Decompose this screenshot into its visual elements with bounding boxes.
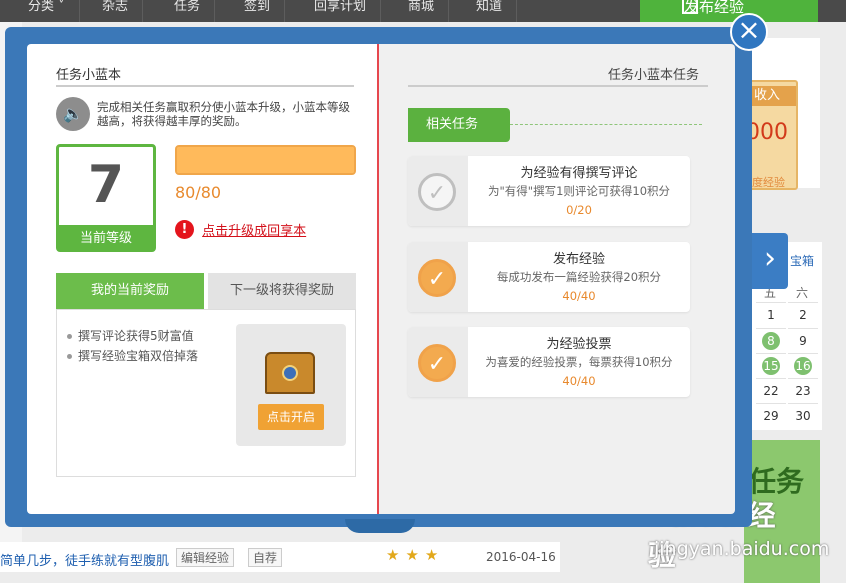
calendar-day[interactable]: 2 [788, 302, 818, 326]
reward-list: 撰写评论获得5财富值 撰写经验宝箱双倍掉落 [67, 326, 198, 366]
lock-icon [282, 365, 298, 381]
left-page-title: 任务小蓝本 [56, 68, 122, 83]
calendar-day[interactable]: 22 [756, 378, 786, 402]
recommend-tag[interactable]: 自荐 [248, 548, 283, 567]
progress-text: 80/80 [175, 183, 222, 202]
task-progress: 0/20 [566, 203, 592, 217]
publish-date: 2016-04-16 [486, 550, 556, 564]
reward-panel: 撰写评论获得5财富值 撰写经验宝箱双倍掉落 点击开启 [56, 309, 356, 477]
publish-experience-button[interactable]: 发布经验 [640, 0, 818, 22]
task-icon-area: ✓ [408, 327, 468, 397]
check-circle-icon: ✓ [418, 344, 456, 382]
check-circle-icon: ✓ [418, 259, 456, 297]
nav-item-category[interactable]: 分类 ˅ [14, 0, 80, 22]
task-icon-area: ✓ [408, 156, 468, 226]
book-description: 完成相关任务赢取积分使小蓝本升级，小蓝本等级越高，将获得越丰厚的奖励。 [97, 100, 350, 128]
nav-item-zhidao[interactable]: 知道 [462, 0, 518, 22]
bullet-icon [67, 334, 72, 339]
nav-item-task[interactable]: 任务 [160, 0, 216, 22]
check-circle-icon: ✓ [418, 173, 456, 211]
level-label: 当前等级 [58, 225, 154, 251]
tab-current-reward[interactable]: 我的当前奖励 [56, 273, 204, 309]
task-card[interactable]: ✓ 发布经验 每成功发布一篇经验获得20积分 40/40 [408, 242, 690, 312]
calendar-weekday: 六 [796, 286, 809, 300]
star-rating: ★★★ [386, 546, 445, 564]
task-description: 每成功发布一篇经验获得20积分 [496, 270, 662, 284]
edit-experience-tag[interactable]: 编辑经验 [176, 548, 235, 567]
divider [408, 85, 708, 87]
calendar-day-checked[interactable]: 8 [756, 328, 786, 352]
related-tasks-ribbon: 相关任务 [408, 108, 510, 142]
calendar-day[interactable]: 9 [788, 328, 818, 352]
task-card[interactable]: ✓ 为经验投票 为喜爱的经验投票，每票获得10积分 40/40 [408, 327, 690, 397]
level-value: 7 [87, 155, 125, 215]
list-item: 撰写评论获得5财富值 [67, 326, 198, 346]
treasure-box-link[interactable]: 宝箱 [790, 252, 814, 269]
task-title: 为经验有得撰写评论 [520, 166, 638, 181]
progress-fill [177, 147, 354, 173]
nav-item-magazine[interactable]: 杂志 [88, 0, 144, 22]
tab-next-level-reward[interactable]: 下一级将获得奖励 [208, 273, 356, 309]
task-title: 为经验投票 [546, 337, 612, 352]
right-page-title: 任务小蓝本任务 [608, 68, 700, 83]
calendar-day-checked[interactable]: 15 [756, 353, 786, 377]
watermark-url: jingyan.baidu.com [654, 538, 830, 560]
experience-title-link[interactable]: 简单几步，徒手练就有型腹肌 [0, 550, 169, 569]
close-button[interactable]: × [730, 13, 768, 51]
calendar-day[interactable]: 1 [756, 302, 786, 326]
book-spine [345, 519, 415, 533]
income-number: 000 [746, 120, 788, 145]
top-nav: 分类 ˅ 杂志 任务 签到 回享计划 商城 知道 发布经验 [0, 0, 846, 22]
task-title: 发布经验 [552, 252, 605, 267]
edit-icon [682, 0, 698, 14]
task-progress: 40/40 [562, 374, 596, 388]
income-card[interactable]: 收入 000 度经验 [744, 80, 798, 190]
reward-tabs: 我的当前奖励 下一级将获得奖励 [56, 273, 356, 309]
nav-item-mall[interactable]: 商城 [394, 0, 450, 22]
income-footer: 度经验 [752, 176, 785, 189]
task-progress: 40/40 [562, 289, 596, 303]
upgrade-link[interactable]: 点击升级成回享本 [202, 224, 306, 239]
calendar-day[interactable]: 29 [756, 403, 786, 427]
task-card[interactable]: ✓ 为经验有得撰写评论 为"有得"撰写1则评论可获得10积分 0/20 [408, 156, 690, 226]
nav-item-share-plan[interactable]: 回享计划 [300, 0, 382, 22]
task-description: 为"有得"撰写1则评论可获得10积分 [487, 184, 671, 198]
close-icon: × [737, 13, 761, 46]
upgrade-row: ! 点击升级成回享本 [175, 220, 306, 239]
warning-icon: ! [175, 220, 194, 239]
calendar-day[interactable]: 30 [788, 403, 818, 427]
experience-list-row[interactable]: 简单几步，徒手练就有型腹肌 编辑经验 自荐 ★★★ 2016-04-16 [0, 542, 560, 572]
treasure-chest-icon [265, 352, 315, 394]
task-description: 为喜爱的经验投票，每票获得10积分 [485, 355, 673, 369]
task-icon-area: ✓ [408, 242, 468, 312]
chevron-right-icon: › [764, 241, 776, 276]
level-progress-bar [175, 145, 356, 175]
bullet-icon [67, 354, 72, 359]
calendar-day[interactable]: 23 [788, 378, 818, 402]
calendar-day-checked[interactable]: 16 [788, 353, 818, 377]
nav-item-checkin[interactable]: 签到 [230, 0, 286, 22]
treasure-chest-card: 点击开启 [236, 324, 346, 446]
divider [510, 124, 702, 125]
speaker-icon: 🔈 [56, 97, 90, 131]
list-item: 撰写经验宝箱双倍掉落 [67, 346, 198, 366]
divider [56, 85, 354, 87]
open-chest-button[interactable]: 点击开启 [258, 404, 324, 430]
next-page-button[interactable]: › [752, 233, 788, 289]
income-title: 收入 [746, 86, 796, 106]
current-level-card: 7 当前等级 [56, 144, 156, 252]
